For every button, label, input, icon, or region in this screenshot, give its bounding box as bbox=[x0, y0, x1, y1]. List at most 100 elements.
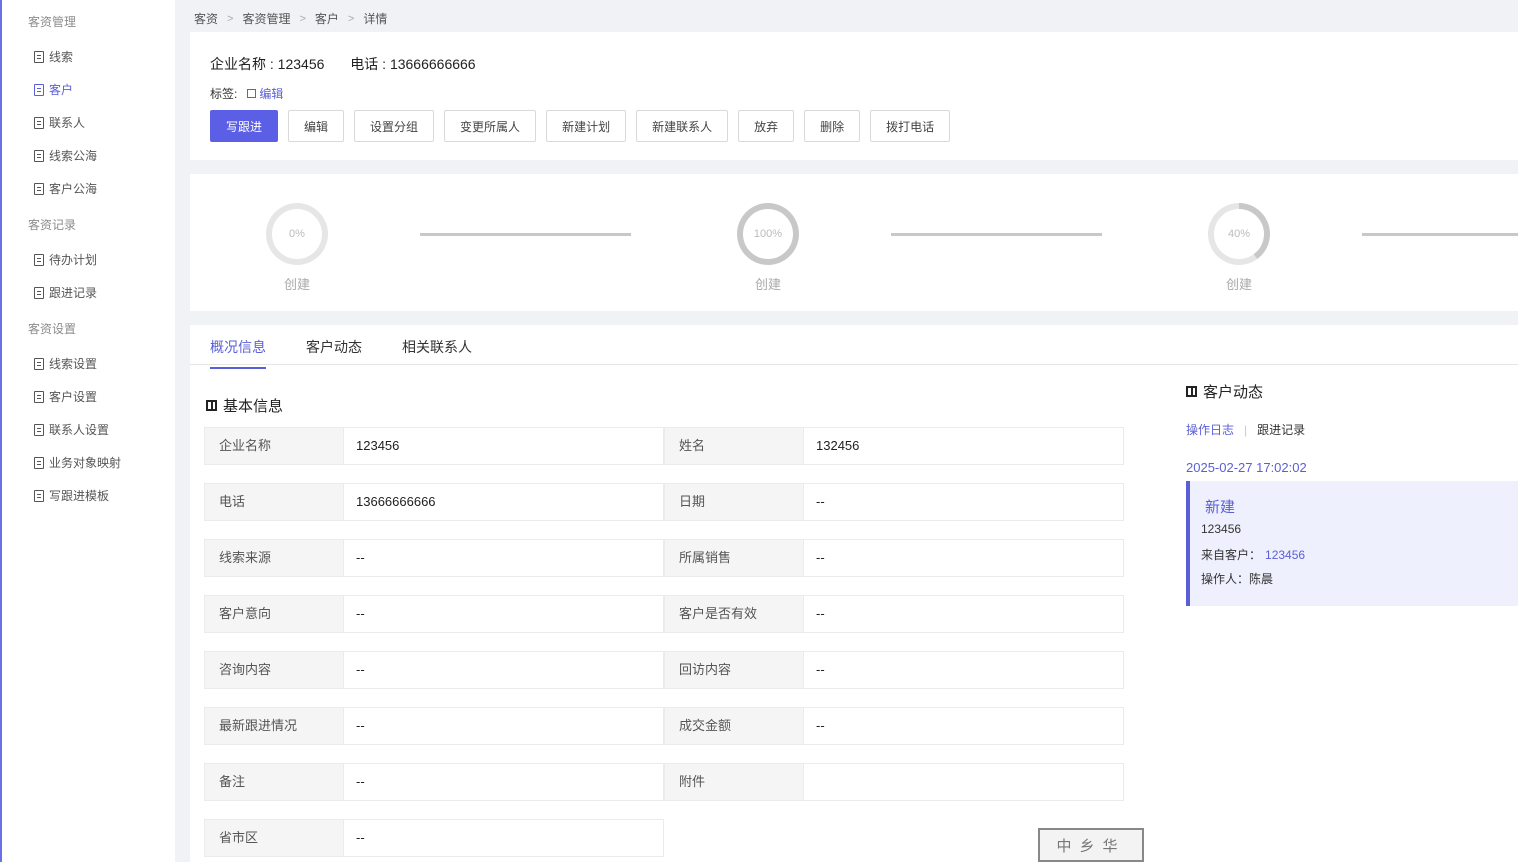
edit-button[interactable]: 编辑 bbox=[288, 110, 345, 142]
field-label: 最新跟进情况 bbox=[204, 707, 344, 745]
sidebar-item-leads[interactable]: 线索 bbox=[34, 48, 73, 65]
sidebar: 客资管理 线索 客户 联系人 线索公海 客户公海 客资记录 待办计划 跟进记录 … bbox=[0, 0, 175, 862]
document-icon bbox=[34, 149, 44, 162]
company-name-summary: 企业名称 : 123456 bbox=[210, 56, 325, 72]
sidebar-item-todo-plans[interactable]: 待办计划 bbox=[34, 251, 97, 268]
sidebar-item-contact-settings[interactable]: 联系人设置 bbox=[34, 421, 109, 438]
document-icon bbox=[34, 286, 44, 299]
info-row: 企业名称 123456 姓名 132456 bbox=[204, 427, 1124, 465]
sidebar-group-title: 客资管理 bbox=[28, 15, 77, 29]
document-icon bbox=[34, 456, 44, 469]
activity-tabs: 操作日志 | 跟进记录 bbox=[1186, 421, 1305, 438]
document-icon bbox=[34, 116, 44, 129]
field-value: -- bbox=[344, 651, 664, 689]
document-icon bbox=[34, 83, 44, 96]
info-row: 备注 -- 附件 bbox=[204, 763, 1124, 801]
tags-label: 标签: bbox=[210, 87, 238, 101]
sidebar-item-followup-records[interactable]: 跟进记录 bbox=[34, 284, 97, 301]
progress-ring: 40% bbox=[1208, 203, 1270, 265]
field-label: 咨询内容 bbox=[204, 651, 344, 689]
field-label: 成交金额 bbox=[664, 707, 804, 745]
field-label: 电话 bbox=[204, 483, 344, 521]
sidebar-item-object-mapping[interactable]: 业务对象映射 bbox=[34, 454, 121, 471]
phone-summary: 电话 : 13666666666 bbox=[350, 56, 476, 72]
tab-related-contacts[interactable]: 相关联系人 bbox=[402, 337, 472, 367]
document-icon bbox=[34, 489, 44, 502]
progress-step-label: 创建 bbox=[283, 277, 310, 292]
field-value: 13666666666 bbox=[344, 483, 664, 521]
field-label: 日期 bbox=[664, 483, 804, 521]
progress-step-label: 创建 bbox=[754, 277, 781, 292]
write-followup-button[interactable]: 写跟进 bbox=[210, 110, 279, 142]
field-label: 客户是否有效 bbox=[664, 595, 804, 633]
tab-followup-records[interactable]: 跟进记录 bbox=[1257, 421, 1305, 438]
document-icon bbox=[34, 182, 44, 195]
field-value: -- bbox=[344, 595, 664, 633]
info-row: 最新跟进情况 -- 成交金额 -- bbox=[204, 707, 1124, 745]
action-toolbar: 写跟进 编辑 设置分组 变更所属人 新建计划 新建联系人 放弃 删除 拨打电话 bbox=[210, 110, 960, 142]
breadcrumb-item[interactable]: 客资管理 bbox=[242, 10, 290, 27]
field-value: -- bbox=[804, 539, 1124, 577]
tags-row: 标签: 编辑 bbox=[210, 85, 283, 102]
detail-card: 概况信息 客户动态 相关联系人 基本信息 企业名称 123456 姓名 1324… bbox=[190, 325, 1518, 862]
abandon-button[interactable]: 放弃 bbox=[738, 110, 795, 142]
field-label: 附件 bbox=[664, 763, 804, 801]
sidebar-item-lead-settings[interactable]: 线索设置 bbox=[34, 355, 97, 372]
activity-timestamp: 2025-02-27 17:02:02 bbox=[1186, 460, 1307, 475]
edit-tags-link[interactable]: 编辑 bbox=[247, 85, 283, 102]
field-label: 备注 bbox=[204, 763, 344, 801]
field-label: 姓名 bbox=[664, 427, 804, 465]
progress-step-label: 创建 bbox=[1225, 277, 1252, 292]
progress-step: 40% 创建 bbox=[1204, 203, 1274, 293]
sidebar-item-lead-pool[interactable]: 线索公海 bbox=[34, 147, 97, 164]
info-row: 省市区 -- bbox=[204, 819, 664, 857]
info-row: 电话 13666666666 日期 -- bbox=[204, 483, 1124, 521]
tab-customer-activity[interactable]: 客户动态 bbox=[306, 337, 362, 367]
seal-stamp: 中乡华 bbox=[1038, 828, 1144, 862]
document-icon bbox=[34, 50, 44, 63]
activity-entry-source: 来自客户： 123456 bbox=[1201, 548, 1306, 562]
field-value: -- bbox=[344, 539, 664, 577]
change-owner-button[interactable]: 变更所属人 bbox=[444, 110, 537, 142]
customer-header-card: 企业名称 : 123456 电话 : 13666666666 标签: 编辑 写跟… bbox=[190, 32, 1518, 160]
progress-ring: 0% bbox=[266, 203, 328, 265]
delete-button[interactable]: 删除 bbox=[804, 110, 861, 142]
field-value: 123456 bbox=[344, 427, 664, 465]
sidebar-item-customer-pool[interactable]: 客户公海 bbox=[34, 180, 97, 197]
call-button[interactable]: 拨打电话 bbox=[870, 110, 951, 142]
document-icon bbox=[34, 357, 44, 370]
activity-title: 客户动态 bbox=[1186, 381, 1263, 402]
tab-operation-log[interactable]: 操作日志 bbox=[1186, 421, 1234, 438]
source-customer-link[interactable]: 123456 bbox=[1265, 548, 1305, 562]
field-label: 企业名称 bbox=[204, 427, 344, 465]
detail-tabs: 概况信息 客户动态 相关联系人 bbox=[190, 325, 1518, 369]
sidebar-item-followup-template[interactable]: 写跟进模板 bbox=[34, 487, 109, 504]
tab-overview[interactable]: 概况信息 bbox=[210, 337, 266, 369]
new-plan-button[interactable]: 新建计划 bbox=[546, 110, 627, 142]
progress-connector bbox=[420, 233, 631, 236]
field-value: 132456 bbox=[804, 427, 1124, 465]
breadcrumb-item-current: 详情 bbox=[363, 12, 388, 26]
activity-entry-title: 新建 bbox=[1205, 499, 1236, 516]
sidebar-item-customers[interactable]: 客户 bbox=[34, 81, 73, 98]
field-value: -- bbox=[804, 595, 1124, 633]
sidebar-group-title: 客资设置 bbox=[28, 322, 77, 336]
attachment-value bbox=[804, 763, 1124, 801]
breadcrumb-item[interactable]: 客资 bbox=[194, 10, 218, 27]
breadcrumb-item[interactable]: 客户 bbox=[315, 10, 339, 27]
set-group-button[interactable]: 设置分组 bbox=[354, 110, 435, 142]
field-value: -- bbox=[344, 819, 664, 857]
activity-entry-operator: 操作人：陈晨 bbox=[1201, 572, 1274, 586]
info-row: 线索来源 -- 所属销售 -- bbox=[204, 539, 1124, 577]
customer-summary: 企业名称 : 123456 电话 : 13666666666 bbox=[210, 54, 498, 74]
info-row: 客户意向 -- 客户是否有效 -- bbox=[204, 595, 1124, 633]
activity-entry-name: 123456 bbox=[1201, 522, 1242, 536]
field-label: 省市区 bbox=[204, 819, 344, 857]
progress-percent: 100% bbox=[743, 209, 793, 259]
sidebar-item-contacts[interactable]: 联系人 bbox=[34, 114, 85, 131]
book-icon bbox=[206, 400, 217, 411]
new-contact-button[interactable]: 新建联系人 bbox=[636, 110, 729, 142]
sidebar-item-customer-settings[interactable]: 客户设置 bbox=[34, 388, 97, 405]
progress-step: 0% 创建 bbox=[262, 203, 332, 293]
field-value: -- bbox=[344, 763, 664, 801]
